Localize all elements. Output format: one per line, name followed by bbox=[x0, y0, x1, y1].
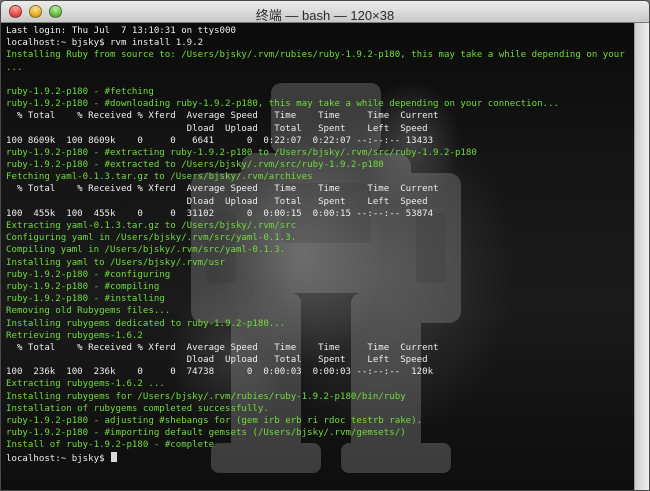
terminal-line: 100 8609k 100 8609k 0 0 6641 0 0:22:07 0… bbox=[6, 135, 434, 146]
terminal-line: 100 455k 100 455k 0 0 31102 0 0:00:15 0:… bbox=[6, 208, 434, 219]
vertical-scrollbar[interactable] bbox=[634, 23, 649, 490]
shell-prompt: localhost:~ bjsky$ bbox=[6, 453, 111, 464]
terminal-line: ruby-1.9.2-p180 - adjusting #shebangs fo… bbox=[6, 416, 423, 426]
terminal-line: ruby-1.9.2-p180 - #configuring bbox=[6, 269, 171, 280]
terminal-window: 终端 — bash — 120×38 Last login: Thu Jul 7 bbox=[0, 0, 650, 491]
terminal-line: Installing Ruby from source to: /Users/b… bbox=[6, 50, 629, 61]
terminal-line: Compiling yaml in /Users/bjsky/.rvm/src/… bbox=[6, 245, 286, 256]
terminal-line: ... bbox=[6, 62, 23, 73]
terminal-line: ruby-1.9.2-p180 - #installing bbox=[6, 294, 165, 305]
terminal-line: 100 236k 100 236k 0 0 74738 0 0:00:03 0:… bbox=[6, 367, 434, 378]
title-bar[interactable]: 终端 — bash — 120×38 bbox=[1, 1, 649, 23]
terminal-line: Removing old Rubygems files... bbox=[6, 306, 171, 317]
terminal-line: Installing rubygems dedicated to ruby-1.… bbox=[6, 318, 286, 329]
prompt-line[interactable]: localhost:~ bjsky$ bbox=[6, 451, 629, 464]
terminal-line: % Total % Received % Xferd Average Speed… bbox=[6, 184, 439, 195]
terminal-line: localhost:~ bjsky$ rvm install 1.9.2 bbox=[6, 38, 204, 49]
terminal-content[interactable]: Last login: Thu Jul 7 13:10:31 on ttys00… bbox=[1, 23, 649, 490]
terminal-line: % Total % Received % Xferd Average Speed… bbox=[6, 111, 439, 122]
terminal-output[interactable]: Last login: Thu Jul 7 13:10:31 on ttys00… bbox=[6, 25, 629, 464]
terminal-line: Configuring yaml in /Users/bjsky/.rvm/sr… bbox=[6, 233, 297, 244]
terminal-line: Installation of rubygems completed succe… bbox=[6, 403, 269, 414]
terminal-line: Installing yaml to /Users/bjsky/.rvm/usr bbox=[6, 257, 225, 268]
terminal-line: Extracting yaml-0.1.3.tar.gz to /Users/b… bbox=[6, 221, 297, 231]
terminal-line: Install of ruby-1.9.2-p180 - #complete bbox=[6, 440, 215, 451]
terminal-line: ruby-1.9.2-p180 - #importing default gem… bbox=[6, 428, 406, 439]
terminal-line: ruby-1.9.2-p180 - #fetching bbox=[6, 86, 154, 97]
window-title: 终端 — bash — 120×38 bbox=[255, 8, 395, 23]
terminal-line: Installing rubygems for /Users/bjsky/.rv… bbox=[6, 391, 406, 402]
terminal-line: Retrieving rubygems-1.6.2 bbox=[6, 330, 143, 341]
terminal-line: Dload Upload Total Spent Left Speed bbox=[6, 355, 428, 366]
terminal-line: Fetching yaml-0.1.3.tar.gz to /Users/bjs… bbox=[6, 172, 313, 183]
terminal-line: % Total % Received % Xferd Average Speed… bbox=[6, 342, 439, 353]
terminal-line: ruby-1.9.2-p180 - #extracted to /Users/b… bbox=[6, 160, 384, 171]
terminal-line: Extracting rubygems-1.6.2 ... bbox=[6, 379, 165, 390]
terminal-line: ruby-1.9.2-p180 - #downloading ruby-1.9.… bbox=[6, 99, 559, 110]
terminal-line: Dload Upload Total Spent Left Speed bbox=[6, 123, 428, 134]
text-cursor bbox=[111, 451, 118, 462]
terminal-line: ruby-1.9.2-p180 - #extracting ruby-1.9.2… bbox=[6, 147, 477, 158]
terminal-line: ruby-1.9.2-p180 - #compiling bbox=[6, 281, 160, 292]
terminal-line: Dload Upload Total Spent Left Speed bbox=[6, 196, 428, 207]
terminal-line: Last login: Thu Jul 7 13:10:31 on ttys00… bbox=[6, 26, 236, 36]
